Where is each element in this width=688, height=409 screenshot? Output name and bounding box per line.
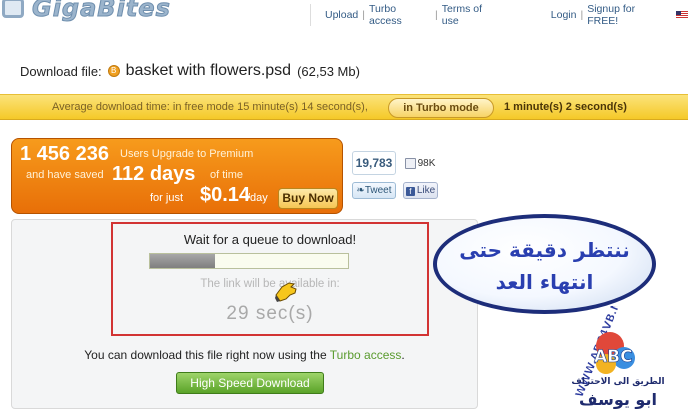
like-label: Like — [416, 185, 436, 196]
us-flag-icon[interactable] — [676, 11, 688, 19]
watermark-tagline: الطريق الى الاحتراف — [571, 377, 664, 387]
premium-promo: 1 456 236 Users Upgrade to Premium and h… — [11, 138, 343, 214]
watermark-logo: WWW.ABC4VB.NET ABC الطريق الى الاحتراف ا… — [571, 306, 664, 409]
turbo-mode-button[interactable]: in Turbo mode — [388, 98, 494, 118]
file-name: basket with flowers.psd — [125, 62, 292, 79]
queue-progress-bar — [149, 253, 349, 269]
nav-signup[interactable]: Signup for FREE! — [587, 3, 668, 27]
logo-text: GigaBites — [32, 0, 171, 23]
users-count: 1 456 236 — [20, 143, 109, 165]
queue-wait-text: Wait for a queue to download! — [183, 232, 357, 247]
free-mode-time: Average download time: in free mode 15 m… — [52, 101, 368, 113]
buy-now-button[interactable]: Buy Now — [278, 188, 338, 209]
high-speed-download-button[interactable]: High Speed Download — [176, 372, 324, 394]
logo-mark — [2, 0, 24, 18]
twitter-bird-icon: ❧ — [356, 185, 365, 196]
like-count-box: 98K — [402, 151, 438, 175]
top-nav: Upload | Turbo access | Terms of use Log… — [310, 3, 688, 27]
queue-progress-fill — [150, 254, 216, 268]
nav-login[interactable]: Login — [551, 9, 577, 21]
watermark-author: ابو يوسف — [579, 390, 657, 409]
download-label: Download file: — [20, 63, 102, 79]
nav-separator: | — [435, 9, 438, 21]
like-button[interactable]: f Like — [403, 182, 438, 199]
nav-upload[interactable]: Upload — [325, 9, 358, 21]
nav-turbo-access[interactable]: Turbo access — [369, 3, 431, 27]
file-type-icon: B — [107, 65, 120, 77]
nav-terms[interactable]: Terms of use — [442, 3, 502, 27]
top-header: GigaBites Upload | Turbo access | Terms … — [0, 0, 688, 40]
file-size: (62,53 Mb) — [297, 63, 360, 79]
users-text: Users Upgrade to Premium — [120, 148, 254, 160]
turbo-access-prefix: You can download this file right now usi… — [84, 348, 327, 362]
like-count: 98K — [417, 157, 436, 169]
price: $0.14 — [200, 184, 251, 206]
of-time-text: of time — [210, 169, 244, 181]
tweet-label: Tweet — [364, 185, 392, 196]
countdown-timer: 29 sec(s) — [226, 303, 314, 324]
download-time-bar: Average download time: in free mode 15 m… — [0, 94, 688, 120]
facebook-icon: f — [405, 187, 415, 196]
link-available-text: The link will be available in: — [200, 278, 340, 290]
annotation-bubble — [433, 214, 656, 314]
for-just-text: for just — [150, 192, 184, 204]
annotation-line-2: انتهاء العد — [495, 270, 594, 294]
turbo-mode-time: 1 minute(s) 2 second(s) — [504, 101, 627, 113]
nav-separator: | — [580, 9, 584, 21]
annotation-line-1: ننتظر دقيقة حتى — [459, 238, 630, 262]
download-title: Download file: B basket with flowers.psd… — [20, 62, 360, 80]
turbo-access-link[interactable]: Turbo access — [330, 348, 402, 362]
turbo-access-suffix: . — [401, 348, 405, 362]
tweet-count: 19,783 — [352, 151, 396, 175]
nav-separator: | — [362, 9, 366, 21]
pointing-hand-icon — [275, 282, 297, 302]
saved-text: and have saved — [26, 169, 104, 181]
tweet-button[interactable]: ❧Tweet — [352, 182, 396, 199]
site-logo[interactable]: GigaBites — [0, 0, 180, 24]
thumbs-up-icon — [404, 157, 416, 169]
watermark-letters: ABC — [594, 347, 633, 367]
per-day-text: /day — [247, 192, 268, 204]
turbo-access-line: You can download this file right now usi… — [11, 348, 478, 362]
days-saved: 112 days — [112, 163, 196, 185]
